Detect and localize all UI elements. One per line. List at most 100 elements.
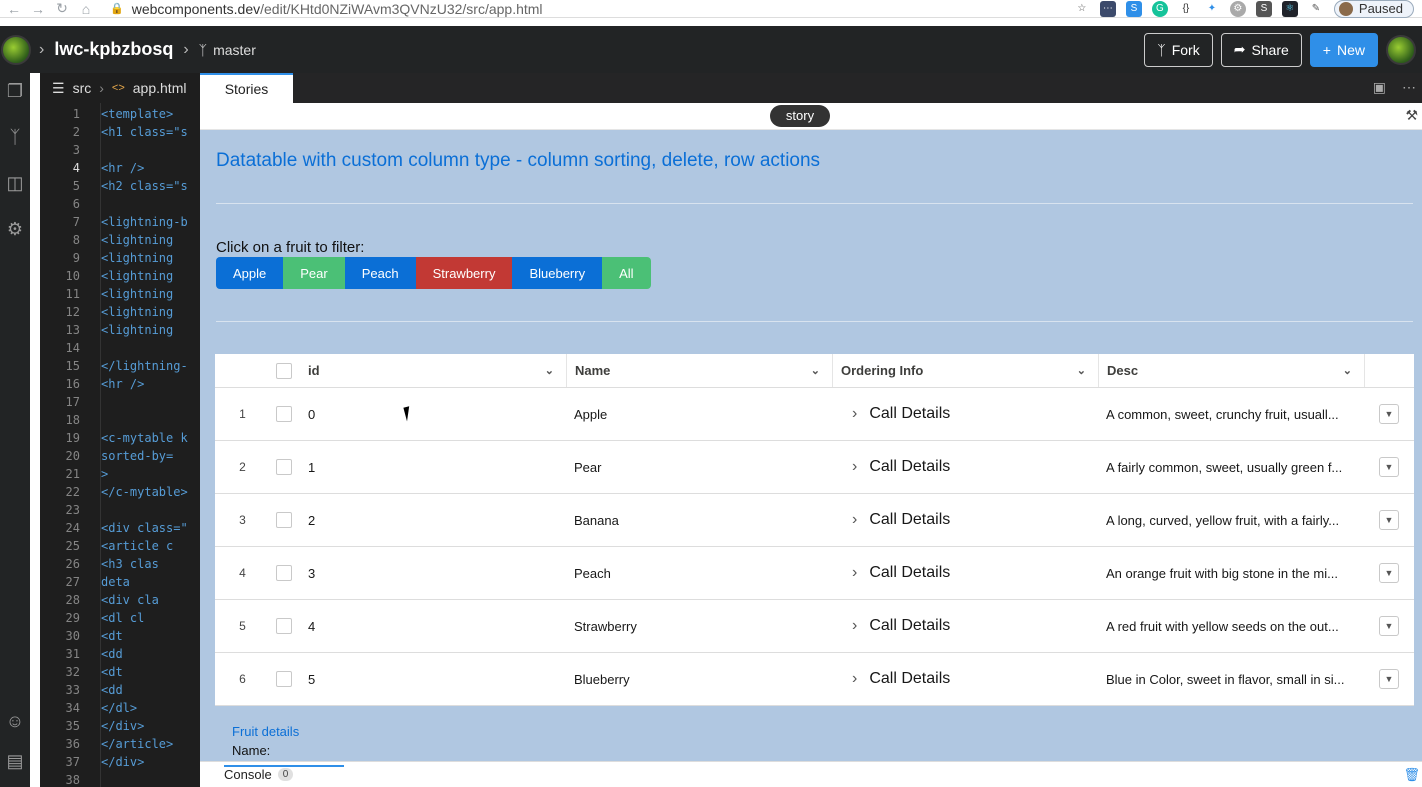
row-checkbox[interactable] (276, 565, 292, 581)
code-line[interactable]: 17 (40, 393, 200, 411)
table-row[interactable]: 1 0 Apple › Call Details A common, sweet, cru… (215, 388, 1414, 441)
call-details-toggle[interactable]: › Call Details (840, 670, 950, 688)
row-actions-menu-button[interactable]: ▼ (1379, 616, 1399, 636)
code-line[interactable]: 7 <lightning-b (40, 213, 200, 231)
code-line[interactable]: 8 <lightning (40, 231, 200, 249)
code-line[interactable]: 19 <c-mytable k (40, 429, 200, 447)
bookmark-star-icon[interactable]: ☆ (1074, 1, 1090, 17)
call-details-toggle[interactable]: › Call Details (840, 405, 950, 423)
code-line[interactable]: 4 <hr /> (40, 159, 200, 177)
settings-icon[interactable]: ⚙ (0, 219, 30, 240)
code-line[interactable]: 34 </dl> (40, 699, 200, 717)
row-actions-menu-button[interactable]: ▼ (1379, 457, 1399, 477)
row-checkbox[interactable] (276, 406, 292, 422)
row-actions-menu-button[interactable]: ▼ (1379, 669, 1399, 689)
code-line[interactable]: 29 <dl cl (40, 609, 200, 627)
share-button[interactable]: ➦ Share (1220, 32, 1302, 67)
extension-icon[interactable]: ⚙ (1229, 0, 1246, 17)
filter-button-blueberry[interactable]: Blueberry (512, 257, 603, 289)
extension-icon[interactable]: G (1151, 0, 1168, 17)
code-line[interactable]: 12 <lightning (40, 303, 200, 321)
back-icon[interactable]: ← (4, 1, 24, 17)
row-actions-menu-button[interactable]: ▼ (1379, 510, 1399, 530)
code-line[interactable]: 18 (40, 411, 200, 429)
code-line[interactable]: 36 </article> (40, 735, 200, 753)
files-icon[interactable]: ❐ (0, 81, 30, 102)
user-avatar[interactable] (1386, 34, 1416, 65)
extension-icon[interactable]: S (1125, 0, 1142, 17)
column-header-name[interactable]: Name ⌄ (566, 354, 832, 387)
code-line[interactable]: 38 (40, 771, 200, 787)
more-icon[interactable]: ⋯ (1402, 79, 1416, 96)
account-icon[interactable]: ☺ (0, 711, 30, 732)
filter-button-apple[interactable]: Apple (216, 257, 284, 289)
trash-icon[interactable]: 🗑 (1403, 767, 1420, 783)
reload-icon[interactable]: ↻ (52, 0, 72, 17)
code-line[interactable]: 28 <div cla (40, 591, 200, 609)
extension-icon[interactable]: ✦ (1204, 1, 1220, 17)
call-details-toggle[interactable]: › Call Details (840, 511, 950, 529)
column-header-id[interactable]: id ⌄ (298, 354, 566, 387)
filter-button-pear[interactable]: Pear (283, 257, 345, 289)
code-line[interactable]: 3 (40, 141, 200, 159)
table-row[interactable]: 3 2 Banana › Call Details A long, curved, yel… (215, 494, 1414, 547)
chevron-down-icon[interactable]: ⌄ (811, 364, 820, 377)
code-line[interactable]: 30 <dt (40, 627, 200, 645)
story-pill[interactable]: story (770, 105, 830, 127)
extension-icon[interactable]: ⋯ (1099, 0, 1116, 17)
code-line[interactable]: 32 <dt (40, 663, 200, 681)
code-line[interactable]: 27 deta (40, 573, 200, 591)
puzzle-icon[interactable]: ✎ (1308, 1, 1324, 17)
filter-button-strawberry[interactable]: Strawberry (415, 257, 513, 289)
code-line[interactable]: 31 <dd (40, 645, 200, 663)
package-icon[interactable]: ◫ (0, 173, 30, 194)
code-editor[interactable]: ☰ src › <> app.html 1 <template> 2 <h1 cla… (40, 73, 200, 787)
row-actions-menu-button[interactable]: ▼ (1379, 563, 1399, 583)
chevron-down-icon[interactable]: ⌄ (545, 364, 554, 377)
code-line[interactable]: 25 <article c (40, 537, 200, 555)
chevron-down-icon[interactable]: ⌄ (1077, 364, 1086, 377)
code-line[interactable]: 1 <template> (40, 105, 200, 123)
app-logo[interactable] (1, 34, 31, 65)
extension-icon[interactable]: ⚛ (1281, 0, 1298, 17)
table-row[interactable]: 6 5 Blueberry › Call Details Blue in Color, s… (215, 653, 1414, 706)
row-checkbox[interactable] (276, 512, 292, 528)
code-line[interactable]: 11 <lightning (40, 285, 200, 303)
file-name[interactable]: app.html (133, 80, 187, 96)
code-line[interactable]: 24 <div class=" (40, 519, 200, 537)
device-icon[interactable]: ▣ (1373, 79, 1386, 96)
row-checkbox[interactable] (276, 618, 292, 634)
menu-icon[interactable]: ☰ (52, 80, 65, 97)
call-details-toggle[interactable]: › Call Details (840, 458, 950, 476)
filter-button-all[interactable]: All (602, 257, 651, 289)
code-line[interactable]: 10 <lightning (40, 267, 200, 285)
code-line[interactable]: 21 > (40, 465, 200, 483)
table-row[interactable]: 5 4 Strawberry › Call Details A red fruit wit… (215, 600, 1414, 653)
project-name[interactable]: lwc-kpbzbosq (54, 39, 173, 60)
row-checkbox[interactable] (276, 671, 292, 687)
chevron-down-icon[interactable]: ⌄ (1343, 364, 1352, 377)
forward-icon[interactable]: → (28, 1, 48, 17)
row-actions-menu-button[interactable]: ▼ (1379, 404, 1399, 424)
table-row[interactable]: 4 3 Peach › Call Details An orange fruit with… (215, 547, 1414, 600)
source-control-icon[interactable]: ᛉ (0, 127, 30, 148)
code-line[interactable]: 26 <h3 clas (40, 555, 200, 573)
code-line[interactable]: 6 (40, 195, 200, 213)
column-header-desc[interactable]: Desc ⌄ (1098, 354, 1364, 387)
console-tab[interactable]: Console 0 (224, 765, 344, 782)
call-details-toggle[interactable]: › Call Details (840, 617, 950, 635)
docs-icon[interactable]: ▤ (0, 751, 30, 772)
code-line[interactable]: 2 <h1 class="s (40, 123, 200, 141)
filter-button-peach[interactable]: Peach (344, 257, 416, 289)
code-line[interactable]: 16 <hr /> (40, 375, 200, 393)
code-line[interactable]: 13 <lightning (40, 321, 200, 339)
call-details-toggle[interactable]: › Call Details (840, 564, 950, 582)
code-line[interactable]: 22 </c-mytable> (40, 483, 200, 501)
home-icon[interactable]: ⌂ (76, 1, 96, 17)
column-header-ordering-info[interactable]: Ordering Info ⌄ (832, 354, 1098, 387)
code-line[interactable]: 15 </lightning- (40, 357, 200, 375)
table-row[interactable]: 2 1 Pear › Call Details A fairly common, swee… (215, 441, 1414, 494)
code-line[interactable]: 35 </div> (40, 717, 200, 735)
code-line[interactable]: 23 (40, 501, 200, 519)
folder-name[interactable]: src (73, 80, 92, 96)
